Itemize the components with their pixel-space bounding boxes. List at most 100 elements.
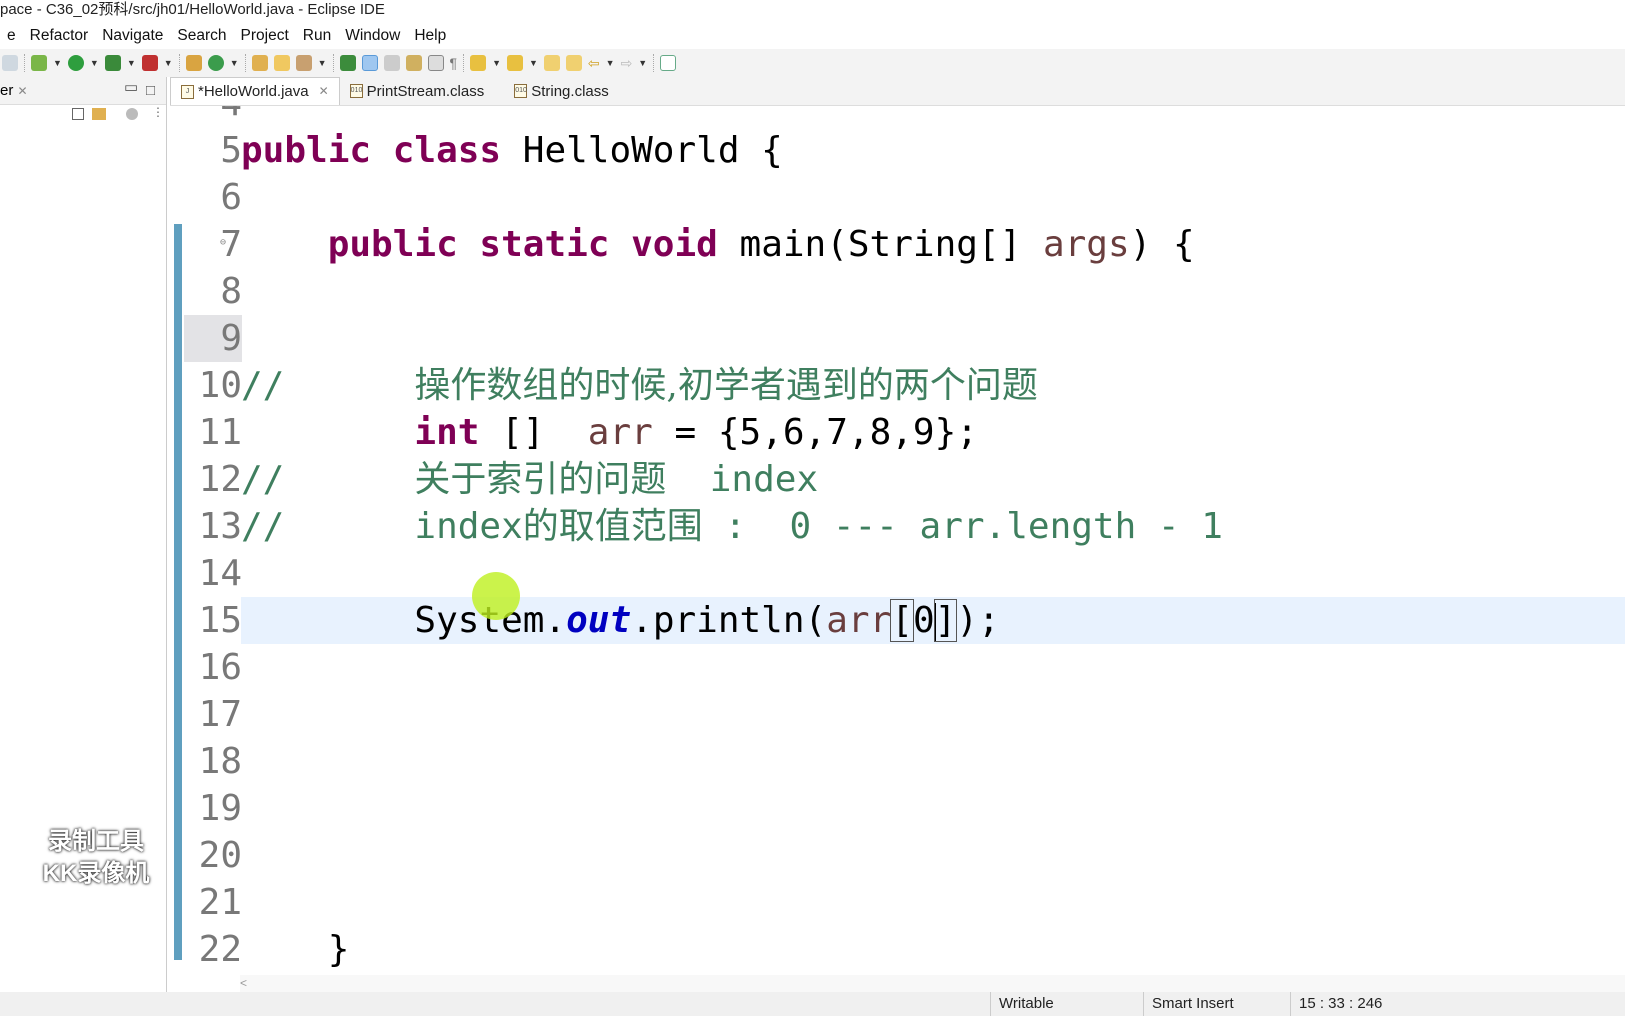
code-line[interactable]: 22 }: [170, 926, 1625, 973]
code-line[interactable]: 12// 关于索引的问题 index: [170, 456, 1625, 503]
tab-printstream-class[interactable]: 010 PrintStream.class: [340, 77, 495, 105]
code-line[interactable]: 11 int [] arr = {5,6,7,8,9};: [170, 409, 1625, 456]
code-line[interactable]: 13// index的取值范围 : 0 --- arr.length - 1: [170, 503, 1625, 550]
filter-icon[interactable]: [126, 108, 138, 120]
panel-title[interactable]: er: [0, 82, 13, 99]
code-token: //: [241, 459, 415, 500]
tab-helloworld-java[interactable]: J *HelloWorld.java ✕: [170, 77, 340, 105]
view-menu-icon[interactable]: ⋮: [152, 105, 164, 119]
line-number: 17: [198, 694, 242, 735]
chevron-down-icon[interactable]: ▼: [606, 58, 615, 68]
external-tools-icon[interactable]: [141, 55, 158, 71]
code-editor[interactable]: 45public class HelloWorld {67⊖ public st…: [170, 106, 1625, 975]
horizontal-scrollbar[interactable]: <: [240, 975, 1625, 992]
code-token: = {5,6,7,8,9};: [652, 412, 978, 453]
menu-help[interactable]: Help: [407, 22, 453, 49]
code-line[interactable]: 20: [170, 832, 1625, 879]
code-token: [: [890, 599, 914, 642]
last-edit-icon[interactable]: [543, 55, 560, 71]
line-number: 8: [220, 271, 242, 312]
word-wrap-icon[interactable]: [405, 55, 422, 71]
forward-edit-icon[interactable]: [565, 55, 582, 71]
link-editor-icon[interactable]: [92, 108, 106, 120]
code-line[interactable]: 7 ⊖ public static void main(String[] args…: [170, 221, 1625, 268]
code-line[interactable]: 14: [170, 550, 1625, 597]
search-icon[interactable]: [2, 55, 18, 71]
chevron-down-icon[interactable]: ▼: [529, 58, 538, 68]
close-icon[interactable]: ✕: [319, 77, 329, 106]
separator: [24, 54, 25, 72]
pilcrow-icon[interactable]: ¶: [450, 55, 458, 71]
code-text: // 操作数组的时候,初学者遇到的两个问题: [241, 362, 1625, 409]
menu-window[interactable]: Window: [338, 22, 407, 49]
menu-project[interactable]: Project: [234, 22, 296, 49]
code-line[interactable]: 10// 操作数组的时候,初学者遇到的两个问题: [170, 362, 1625, 409]
back-arrow-icon[interactable]: ⇦: [588, 55, 600, 72]
chevron-down-icon[interactable]: ▼: [492, 58, 501, 68]
line-number: 12: [198, 459, 242, 500]
code-line[interactable]: 19: [170, 785, 1625, 832]
open-type-icon[interactable]: [251, 55, 268, 71]
code-line[interactable]: 18: [170, 738, 1625, 785]
chevron-down-icon[interactable]: ▼: [127, 58, 136, 68]
code-text: // 关于索引的问题 index: [241, 456, 1625, 503]
code-token: arr: [826, 600, 892, 641]
chevron-down-icon[interactable]: ▼: [90, 58, 99, 68]
code-line[interactable]: 4: [170, 106, 1625, 127]
forward-arrow-icon[interactable]: ⇨: [621, 55, 633, 72]
code-line[interactable]: 16: [170, 644, 1625, 691]
chevron-down-icon[interactable]: ▼: [230, 58, 239, 68]
code-line[interactable]: 21: [170, 879, 1625, 926]
menu-navigate[interactable]: Navigate: [95, 22, 170, 49]
mark-occurrences-icon[interactable]: [361, 55, 378, 71]
code-line[interactable]: 17: [170, 691, 1625, 738]
chevron-down-icon[interactable]: ▼: [638, 58, 647, 68]
menu-file[interactable]: e: [0, 22, 23, 49]
code-token: 操作数组的时候,初学者遇到的两个问题: [414, 365, 1038, 406]
pen-icon[interactable]: [295, 55, 312, 71]
maximize-icon[interactable]: □: [146, 77, 155, 105]
java-file-icon: J: [181, 84, 194, 99]
panel-toolbar: ⋮: [0, 105, 166, 127]
next-annotation-icon[interactable]: [470, 55, 487, 71]
watermark-logo: 录制工具 KK录像机: [42, 828, 150, 887]
open-folder-icon[interactable]: [273, 55, 290, 71]
tab-string-class[interactable]: 010 String.class: [504, 77, 619, 105]
line-number: 5: [220, 130, 242, 171]
new-package-icon[interactable]: [185, 55, 202, 71]
code-token: HelloWorld {: [501, 130, 783, 171]
code-line[interactable]: 15 System.out.println(arr[0]);: [170, 597, 1625, 644]
code-token: public class: [241, 130, 502, 171]
collapse-all-icon[interactable]: [72, 108, 84, 120]
line-number: 7: [220, 224, 242, 265]
task-icon[interactable]: [339, 55, 356, 71]
previous-annotation-icon[interactable]: [506, 55, 523, 71]
code-line[interactable]: 6: [170, 174, 1625, 221]
scroll-left-icon[interactable]: <: [240, 976, 247, 990]
debug-icon[interactable]: [31, 55, 47, 71]
coverage-icon[interactable]: [104, 55, 121, 71]
code-token: // index: [241, 506, 523, 547]
show-whitespace-icon[interactable]: [427, 55, 444, 71]
line-number: 19: [198, 788, 242, 829]
menu-refactor[interactable]: Refactor: [23, 22, 96, 49]
minimize-icon[interactable]: ▭: [124, 74, 138, 102]
close-icon[interactable]: ✕: [18, 84, 28, 98]
line-number: 10: [198, 365, 242, 406]
run-icon[interactable]: [67, 55, 84, 71]
fold-icon[interactable]: ⊖: [220, 219, 226, 266]
menu-search[interactable]: Search: [170, 22, 233, 49]
menu-run[interactable]: Run: [296, 22, 338, 49]
chevron-down-icon[interactable]: ▼: [53, 58, 62, 68]
open-perspective-icon[interactable]: [660, 55, 677, 71]
chevron-down-icon[interactable]: ▼: [164, 58, 173, 68]
line-number: 21: [198, 882, 242, 923]
code-line[interactable]: 9: [170, 315, 1625, 362]
separator: [653, 54, 655, 72]
code-line[interactable]: 5 public class HelloWorld {: [170, 127, 1625, 174]
code-line[interactable]: 8: [170, 268, 1625, 315]
chevron-down-icon[interactable]: ▼: [318, 58, 327, 68]
new-class-icon[interactable]: [207, 55, 224, 71]
block-selection-icon[interactable]: [383, 55, 400, 71]
